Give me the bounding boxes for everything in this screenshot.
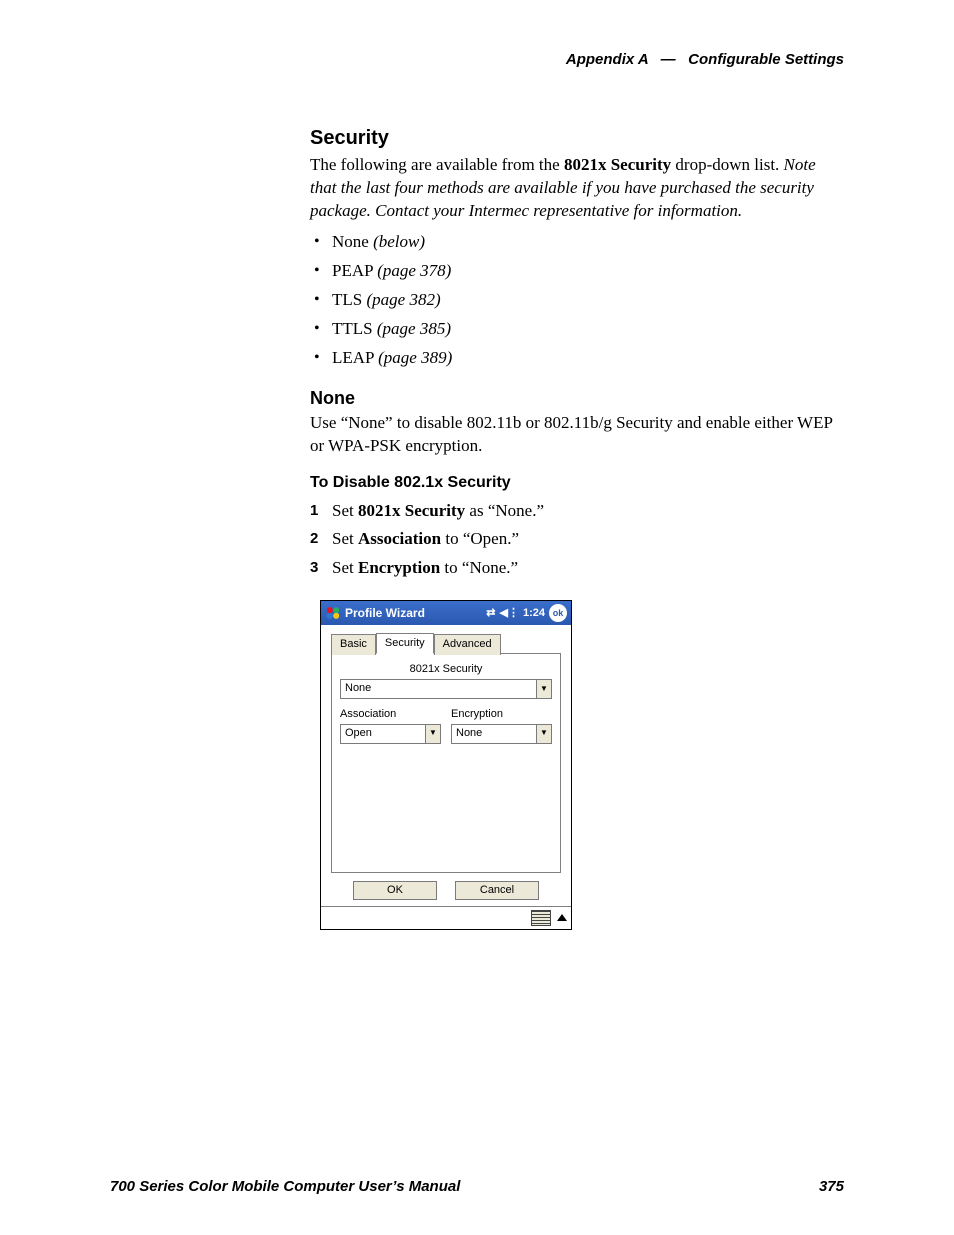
none-heading: None (310, 386, 844, 410)
combo-8021x-security[interactable]: None ▼ (340, 679, 552, 699)
list-item: PEAP (page 378) (310, 260, 844, 283)
cancel-button[interactable]: Cancel (455, 881, 539, 900)
soft-key-bar (321, 906, 571, 929)
tab-advanced[interactable]: Advanced (434, 634, 501, 655)
security-methods-list: None (below) PEAP (page 378) TLS (page 3… (310, 231, 844, 370)
security-intro: The following are available from the 802… (310, 154, 844, 223)
label-encryption: Encryption (451, 707, 552, 722)
task-heading: To Disable 802.1x Security (310, 472, 844, 494)
step-post: to “None.” (440, 558, 518, 577)
intro-mid: drop-down list. (671, 155, 783, 174)
intro-pre: The following are available from the (310, 155, 564, 174)
step-item: Set Encryption to “None.” (310, 557, 844, 580)
speaker-icon: ◀⋮ (500, 606, 519, 621)
ok-button[interactable]: OK (353, 881, 437, 900)
item-ref: (page 385) (377, 319, 451, 338)
step-bold: 8021x Security (358, 501, 465, 520)
list-item: TTLS (page 385) (310, 318, 844, 341)
item-ref: (page 389) (378, 348, 452, 367)
appendix-label: Appendix A (566, 51, 648, 68)
screenshot-profile-wizard: Profile Wizard ⇄ ◀⋮ 1:24 ok Basic Securi… (320, 600, 572, 929)
item-ref: (below) (373, 232, 425, 251)
list-item: TLS (page 382) (310, 289, 844, 312)
item-name: LEAP (332, 348, 374, 367)
intro-bold: 8021x Security (564, 155, 671, 174)
item-ref: (page 382) (366, 290, 440, 309)
step-item: Set 8021x Security as “None.” (310, 500, 844, 523)
step-pre: Set (332, 501, 358, 520)
steps-list: Set 8021x Security as “None.” Set Associ… (310, 500, 844, 581)
clock-text: 1:24 (523, 606, 545, 621)
chevron-down-icon: ▼ (536, 680, 551, 698)
step-post: as “None.” (465, 501, 544, 520)
step-item: Set Association to “Open.” (310, 528, 844, 551)
status-icons: ⇄ ◀⋮ 1:24 (486, 606, 545, 621)
running-header: Appendix A — Configurable Settings (110, 50, 844, 70)
windows-flag-icon (325, 606, 341, 620)
up-arrow-icon[interactable] (557, 914, 567, 921)
step-bold: Association (358, 529, 441, 548)
chevron-down-icon: ▼ (425, 725, 440, 743)
manual-title: 700 Series Color Mobile Computer User’s … (110, 1177, 460, 1197)
step-post: to “Open.” (441, 529, 519, 548)
item-name: TLS (332, 290, 362, 309)
step-bold: Encryption (358, 558, 440, 577)
list-item: None (below) (310, 231, 844, 254)
keyboard-icon[interactable] (531, 910, 551, 926)
combo-value: None (341, 680, 536, 698)
window-title: Profile Wizard (345, 605, 425, 621)
tab-security[interactable]: Security (376, 633, 434, 654)
header-sep: — (661, 51, 676, 68)
combo-encryption[interactable]: None ▼ (451, 724, 552, 744)
label-association: Association (340, 707, 441, 722)
item-name: TTLS (332, 319, 373, 338)
tab-basic[interactable]: Basic (331, 634, 376, 655)
page-footer: 700 Series Color Mobile Computer User’s … (110, 1177, 844, 1197)
none-paragraph: Use “None” to disable 802.11b or 802.11b… (310, 412, 844, 458)
item-name: None (332, 232, 369, 251)
appendix-title: Configurable Settings (688, 51, 844, 68)
combo-association[interactable]: Open ▼ (340, 724, 441, 744)
label-8021x: 8021x Security (340, 662, 552, 677)
step-pre: Set (332, 529, 358, 548)
ok-close-button[interactable]: ok (549, 604, 567, 622)
security-heading: Security (310, 125, 844, 152)
item-name: PEAP (332, 261, 373, 280)
combo-value: None (452, 725, 536, 743)
item-ref: (page 378) (377, 261, 451, 280)
titlebar: Profile Wizard ⇄ ◀⋮ 1:24 ok (321, 601, 571, 625)
step-pre: Set (332, 558, 358, 577)
page-number: 375 (819, 1177, 844, 1197)
list-item: LEAP (page 389) (310, 347, 844, 370)
combo-value: Open (341, 725, 425, 743)
connectivity-icon: ⇄ (486, 606, 495, 621)
tab-panel-security: 8021x Security None ▼ Association Open ▼ (331, 653, 561, 873)
chevron-down-icon: ▼ (536, 725, 551, 743)
tabs: Basic Security Advanced (331, 633, 561, 654)
button-row: OK Cancel (331, 881, 561, 900)
